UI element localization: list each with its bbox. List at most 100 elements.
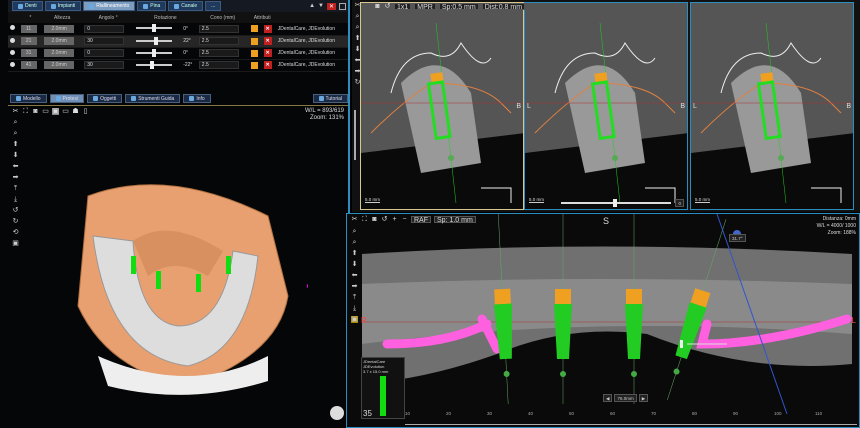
snapshot-icon[interactable]: ▣	[12, 240, 19, 247]
plus-icon[interactable]: +	[391, 216, 398, 223]
camera-icon[interactable]: ◙	[32, 108, 39, 115]
delete-implant-icon[interactable]: ✕	[263, 61, 272, 69]
color-swatch[interactable]	[250, 25, 258, 33]
prev-slice-button[interactable]: ◀	[603, 394, 613, 402]
tools-icon[interactable]: ✂	[351, 216, 358, 223]
altezza-field[interactable]: 2.0mm	[44, 37, 75, 45]
layout-icon[interactable]: ▣	[52, 108, 59, 115]
angolo-select[interactable]: 30	[84, 37, 125, 45]
angolo-select[interactable]: 0	[84, 49, 125, 57]
rotate-icon[interactable]: ↺	[381, 216, 388, 223]
rotate-down-icon[interactable]: ⤓	[351, 305, 358, 312]
row-radio[interactable]	[10, 37, 15, 43]
cross-toolbar-button[interactable]: Sp:0.5 mm	[438, 3, 479, 11]
table-row[interactable]: 31 2.0mm 0 0° 2.5 ✕ JDentalCare, JDEvolu…	[8, 47, 348, 60]
ruler-icon[interactable]: ▭	[62, 108, 69, 115]
zoom-out-icon[interactable]: ⌕	[351, 239, 358, 246]
rotate-down-icon[interactable]: ⤓	[12, 196, 19, 203]
cross-section-view[interactable]: L B 5.0 mm	[690, 2, 854, 210]
arrow-right-icon[interactable]: ➡	[12, 174, 19, 181]
camera-icon[interactable]: ◙	[374, 3, 381, 10]
tab-strumenti-guida[interactable]: Strumenti Guida	[125, 94, 181, 103]
implant-marker[interactable]	[625, 214, 643, 404]
cross-section-view[interactable]: B 5.0 mm	[360, 2, 524, 210]
rotate-up-icon[interactable]: ⤒	[351, 294, 358, 301]
cross-toolbar-button[interactable]: Dist:0.8 mm	[481, 3, 526, 11]
rotazione-slider[interactable]	[136, 60, 173, 69]
orientation-sphere[interactable]	[330, 406, 344, 420]
tab-info[interactable]: Info	[183, 94, 211, 103]
table-row[interactable]: 11 2.0mm 0 0° 2.5 ✕ JDentalCare, JDEvolu…	[8, 23, 348, 36]
delete-implant-icon[interactable]: ✕	[263, 37, 272, 45]
rotate-ccw-icon[interactable]: ↺	[12, 207, 19, 214]
arrow-down-icon[interactable]: ⬇	[12, 152, 19, 159]
angolo-select[interactable]: 0	[84, 24, 125, 33]
zoom-icon[interactable]: ⌕	[351, 228, 358, 235]
zoom-icon[interactable]: ⌕	[12, 119, 19, 126]
panoramic-view[interactable]: ✂ ⛶ ◙ ↺ + − RAF Sp: 1.0 mm ⌕ ⌕ ⬆ ⬇ ⬅ ➡ ⤒ ⤓ ▣ S R L Di…	[346, 213, 860, 428]
move-down-icon[interactable]: ▼	[318, 3, 324, 10]
cross-section-view[interactable]: L B 5.0 mm 0	[524, 2, 688, 210]
arrow-up-icon[interactable]: ⬆	[351, 250, 358, 257]
arrow-down-icon[interactable]: ⬇	[351, 261, 358, 268]
camera-icon[interactable]: ◙	[371, 216, 378, 223]
color-swatch[interactable]	[250, 49, 258, 57]
tooth-field[interactable]: 31	[20, 49, 37, 57]
tab-protesi[interactable]: Protesi	[49, 94, 85, 103]
tab-pina[interactable]: Pina	[137, 1, 167, 11]
rotazione-slider[interactable]	[136, 36, 173, 45]
delete-icon[interactable]: ✕	[326, 2, 336, 10]
arrow-left-icon[interactable]: ⬅	[351, 272, 358, 279]
rotazione-slider[interactable]	[136, 48, 173, 57]
tab-denti[interactable]: Denti	[12, 1, 43, 11]
row-radio[interactable]	[10, 61, 15, 67]
cono-select[interactable]: 2.5	[198, 49, 239, 57]
bone-icon[interactable]: ▯	[82, 108, 89, 115]
arrow-up-icon[interactable]: ⬆	[12, 141, 19, 148]
spacing-button[interactable]: Sp: 1.0 mm	[434, 216, 476, 224]
cross-toolbar-button[interactable]: MPR	[414, 3, 436, 11]
window-icon[interactable]	[339, 2, 346, 10]
arrow-left-icon[interactable]: ⬅	[12, 163, 19, 170]
slice-slider[interactable]	[561, 199, 671, 207]
move-up-icon[interactable]: ▲	[309, 3, 315, 10]
tools-icon[interactable]: ✂	[12, 108, 19, 115]
screen-icon[interactable]: ▭	[42, 108, 49, 115]
zoom-out-icon[interactable]: ⌕	[12, 130, 19, 137]
altezza-field[interactable]: 2.0mm	[44, 49, 75, 57]
color-swatch[interactable]	[250, 61, 258, 69]
cono-select[interactable]: 2.5	[198, 24, 239, 33]
minus-icon[interactable]: −	[401, 216, 408, 223]
delete-implant-icon[interactable]: ✕	[263, 49, 272, 57]
tutorial-button[interactable]: Tutorial	[312, 94, 348, 103]
next-slice-button[interactable]: ▶	[638, 394, 649, 402]
table-row[interactable]: 41 2.0mm 30 -22° 2.5 ✕ JDentalCare, JDEv…	[8, 59, 348, 72]
row-radio[interactable]	[10, 25, 15, 31]
tab-modello[interactable]: Modello	[10, 94, 47, 103]
table-row[interactable]: 21 2.0mm 30 22° 2.5 ✕ JDentalCare, JDEvo…	[8, 35, 348, 48]
color-swatch[interactable]	[250, 37, 258, 45]
row-radio[interactable]	[10, 49, 15, 55]
reset-icon[interactable]: ⟲	[12, 229, 19, 236]
fit-icon[interactable]: ⛶	[22, 108, 29, 115]
tooth-field[interactable]: 41	[20, 61, 37, 69]
snapshot-icon[interactable]: ▣	[351, 316, 358, 323]
tab-oggetti[interactable]: Oggetti	[87, 94, 123, 103]
tooth-field[interactable]: 11	[20, 24, 37, 33]
tab-canale[interactable]: Canale	[168, 1, 204, 11]
rotazione-slider[interactable]	[136, 24, 173, 33]
skull-icon[interactable]: ☗	[72, 108, 79, 115]
implant-marker[interactable]	[554, 214, 572, 404]
altezza-field[interactable]: 2.0mm	[44, 24, 75, 33]
3d-view[interactable]: ✂ ⛶ ◙ ▭ ▣ ▭ ☗ ▯ ⌕ ⌕ ⬆ ⬇ ⬅ ➡ ⤒ ⤓ ↺ ↻ ⟲ ▣ W/L = 893/619 Zoom…	[8, 105, 348, 428]
altezza-field[interactable]: 2.0mm	[44, 61, 75, 69]
delete-implant-icon[interactable]: ✕	[263, 24, 272, 33]
tab-impianti[interactable]: Impianti	[44, 1, 82, 11]
tab-riallineamento[interactable]: Riallineamento	[83, 1, 136, 11]
tab-more[interactable]: ...	[205, 1, 222, 11]
cross-toolbar-button[interactable]: 1x1	[394, 3, 412, 11]
slice-scrollbar[interactable]	[354, 110, 356, 160]
arrow-right-icon[interactable]: ➡	[351, 283, 358, 290]
cono-select[interactable]: 2.5	[198, 61, 239, 69]
rotate-icon[interactable]: ↺	[384, 3, 391, 10]
